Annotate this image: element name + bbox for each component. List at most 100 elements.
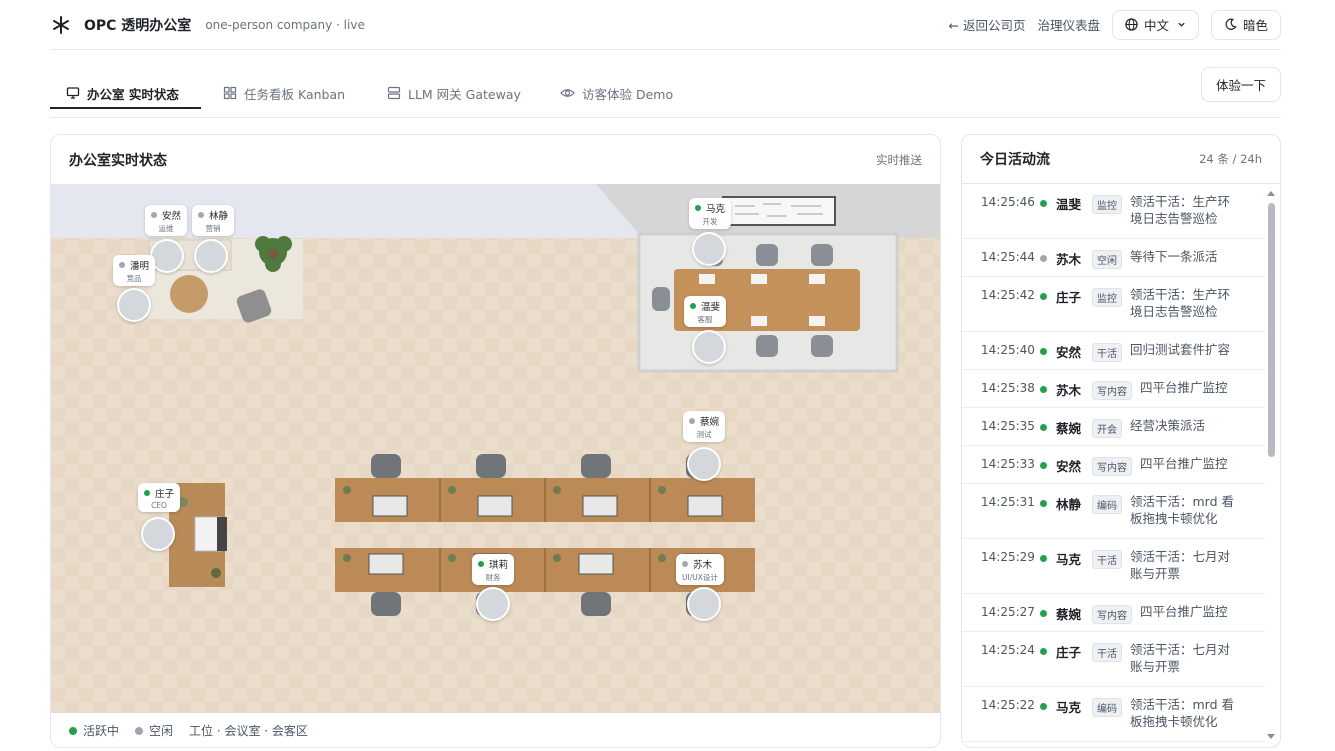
status-dot [151,212,157,218]
realtime-push-tag: 实时推送 [876,152,922,167]
avatar[interactable] [476,587,510,621]
activity-description: 四平台推广监控 [1140,380,1228,395]
activity-person-name: 林静 [1056,497,1082,512]
tab-llm-gateway[interactable]: LLM 网关 Gateway [387,76,521,110]
activity-item[interactable]: 14:25:46 温斐 监控 领活干活：生产环境日志告警巡检 [962,184,1265,239]
avatar[interactable] [692,232,726,266]
activity-item[interactable]: 14:25:33 安然 写内容 四平台推广监控 [962,446,1265,484]
tab-office-status[interactable]: 办公室 实时状态 [66,76,179,110]
activity-item[interactable]: 14:25:38 苏木 写内容 四平台推广监控 [962,370,1265,408]
tab-label: LLM 网关 Gateway [408,86,521,102]
activity-time: 14:25:27 [981,605,1035,619]
scroll-up-icon[interactable] [1267,191,1275,196]
person-name: 蔡婉 [700,417,720,428]
status-dot [689,418,695,424]
person-name: 温斐 [701,302,721,313]
activity-item[interactable]: 14:25:42 庄子 监控 领活干活：生产环境日志告警巡检 [962,277,1265,332]
activity-description: 等待下一条派活 [1130,249,1218,264]
status-dot-icon [1040,386,1047,393]
activity-item[interactable]: 14:25:40 安然 干活 回归测试套件扩容 [962,332,1265,370]
activity-scrollbar[interactable] [1266,187,1276,743]
brand-subtitle: one-person company · live [205,17,365,32]
activity-time: 14:25:46 [981,195,1035,209]
person-role: UI/UX设计 [682,573,718,582]
legend-idle: 空闲 [149,724,174,738]
person-label[interactable]: 庄子 CEO [138,483,181,512]
activity-list[interactable]: 14:25:46 温斐 监控 领活干活：生产环境日志告警巡检 14:25:44 苏木 空闲等… [962,184,1265,742]
asterisk-logo-icon[interactable] [50,14,72,36]
tab-kanban[interactable]: 任务看板 Kanban [223,76,345,110]
server-icon [387,86,401,100]
governance-dashboard-link[interactable]: 治理仪表盘 [1037,15,1100,34]
activity-time: 14:25:40 [981,343,1035,357]
activity-time: 14:25:31 [981,495,1035,509]
activity-type-badge: 干活 [1092,550,1122,569]
status-legend: 活跃中 空闲 工位 · 会议室 · 会客区 [69,722,308,739]
activity-type-badge: 监控 [1092,288,1122,307]
main-tabs: 办公室 实时状态 任务看板 Kanban LLM 网关 Gateway 访客体验… [50,66,1281,118]
activity-type-badge: 开会 [1092,419,1122,438]
person-name: 苏木 [693,560,713,571]
activity-person-name: 马克 [1056,700,1082,715]
activity-person-name: 苏木 [1056,383,1082,398]
office-floor-map[interactable]: 安然 运维 林静 营销 潘明 竞品 马克 开发 温斐 客服 蔡婉 测试 庄子 C… [51,184,940,713]
person-role: 客服 [697,315,713,324]
language-select[interactable]: 中文 [1111,9,1199,40]
activity-item[interactable]: 14:25:22 马克 编码 领活干活：mrd 看板拖拽卡顿优化 [962,687,1265,742]
activity-description: 领活干活：七月对账与开票 [1130,549,1231,581]
activity-item[interactable]: 14:25:35 蔡婉 开会 经营决策派活 [962,408,1265,446]
person-role: 测试 [696,430,712,439]
activity-description: 领活干活：生产环境日志告警巡检 [1130,194,1231,226]
person-name: 马克 [706,204,726,215]
person-label[interactable]: 安然 运维 [145,205,188,236]
office-panel-title: 办公室实时状态 [69,152,167,169]
status-dot-icon [1040,462,1047,469]
activity-item[interactable]: 14:25:24 庄子 干活 领活干活：七月对账与开票 [962,632,1265,687]
activity-feed-panel: 今日活动流 24 条 / 24h 14:25:46 温斐 监控 领活干活：生产环境日志… [961,134,1281,748]
person-label[interactable]: 苏木 UI/UX设计 [676,554,724,585]
avatar[interactable] [687,447,721,481]
activity-person-name: 苏木 [1056,252,1082,267]
avatar[interactable] [141,517,175,551]
status-dot-icon [1040,293,1047,300]
activity-person-name: 安然 [1056,459,1082,474]
person-label[interactable]: 林静 营销 [192,205,235,236]
tab-visitor-demo[interactable]: 访客体验 Demo [560,76,673,110]
activity-time: 14:25:22 [981,698,1035,712]
activity-item[interactable]: 14:25:31 林静 编码 领活干活：mrd 看板拖拽卡顿优化 [962,484,1265,539]
person-label[interactable]: 潘明 竞品 [113,255,156,286]
avatar[interactable] [194,239,228,273]
theme-label: 暗色 [1242,18,1268,33]
status-dot [695,205,701,211]
activity-item[interactable]: 14:25:29 马克 干活 领活干活：七月对账与开票 [962,539,1265,594]
scroll-down-icon[interactable] [1267,734,1275,739]
activity-count: 24 条 / 24h [1199,152,1262,166]
legend-active: 活跃中 [83,724,120,738]
person-role: 营销 [205,224,221,233]
status-dot-icon [1040,255,1047,262]
avatar[interactable] [117,288,151,322]
activity-description: 领活干活：mrd 看板拖拽卡顿优化 [1130,494,1235,526]
person-name: 林静 [209,211,229,222]
activity-description: 经营决策派活 [1130,418,1206,433]
scroll-thumb[interactable] [1268,203,1275,457]
person-label[interactable]: 温斐 客服 [684,296,727,327]
back-to-company-link[interactable]: ← 返回公司页 [949,15,1026,34]
person-label[interactable]: 马克 开发 [689,198,732,229]
try-it-button[interactable]: 体验一下 [1200,67,1281,102]
activity-time: 14:25:38 [981,381,1035,395]
activity-item[interactable]: 14:25:27 蔡婉 写内容 四平台推广监控 [962,594,1265,632]
avatar[interactable] [687,587,721,621]
person-label[interactable]: 蔡婉 测试 [683,411,726,442]
grid-icon [223,86,237,100]
brand-title[interactable]: OPC 透明办公室 [84,15,191,35]
activity-item[interactable]: 14:25:44 苏木 空闲 等待下一条派活 [962,239,1265,277]
activity-type-badge: 空闲 [1092,250,1122,269]
avatar[interactable] [692,330,726,364]
person-label[interactable]: 琪莉 财务 [472,554,515,585]
person-role: 竞品 [126,274,142,283]
theme-toggle-button[interactable]: 暗色 [1210,9,1281,40]
status-dot [682,561,688,567]
status-dot-icon [1040,200,1047,207]
avatar[interactable] [150,239,184,273]
